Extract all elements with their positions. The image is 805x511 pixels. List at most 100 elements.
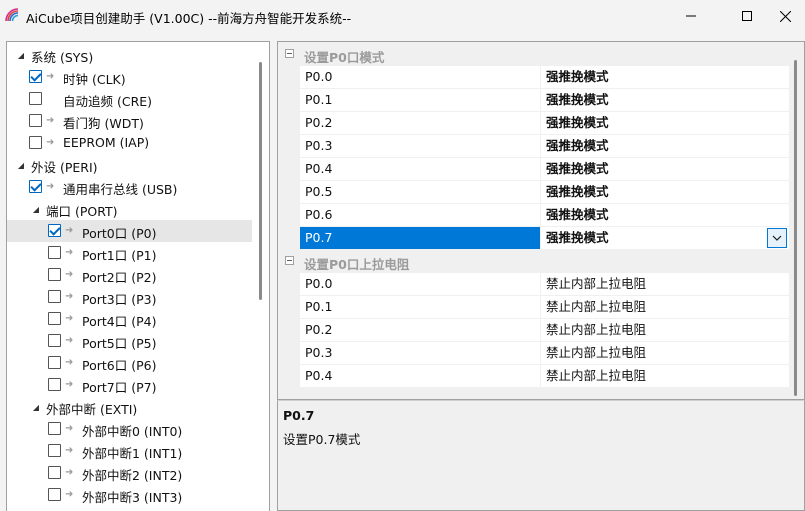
tree-item[interactable]: ➜ 外部中断1 (INT1): [7, 440, 252, 462]
property-name[interactable]: P0.0: [300, 66, 541, 88]
property-row[interactable]: P0.5 强推挽模式: [300, 181, 789, 204]
tree-item[interactable]: ➜ Port3口 (P3): [7, 286, 252, 308]
property-value[interactable]: 禁止内部上拉电阻: [542, 365, 789, 387]
property-name[interactable]: P0.1: [300, 296, 541, 318]
tree-expand-icon[interactable]: ◢: [32, 403, 40, 412]
property-row[interactable]: P0.3 禁止内部上拉电阻: [300, 342, 789, 365]
tree-item[interactable]: ➜ Port6口 (P6): [7, 352, 252, 374]
tree-item-label: 通用串行总线 (USB): [63, 182, 178, 197]
tree-item-checkbox[interactable]: [48, 466, 61, 479]
property-name[interactable]: P0.3: [300, 135, 541, 157]
tree-item-checkbox[interactable]: [48, 334, 61, 347]
tree-item[interactable]: ➜ Port7口 (P7): [7, 374, 252, 396]
property-value[interactable]: 禁止内部上拉电阻: [542, 342, 789, 364]
app-logo-icon: [5, 8, 19, 22]
property-scrollbar[interactable]: [794, 60, 797, 396]
property-value[interactable]: 强推挽模式: [542, 112, 789, 134]
property-value[interactable]: 禁止内部上拉电阻: [542, 319, 789, 341]
tree-item[interactable]: ◢ 端口 (PORT): [7, 198, 252, 220]
tree-scrollbar[interactable]: [259, 62, 262, 300]
tree-item-checkbox[interactable]: [29, 70, 42, 83]
description-text: 设置P0.7模式: [283, 432, 361, 447]
property-row[interactable]: P0.1 禁止内部上拉电阻: [300, 296, 789, 319]
window-title: AiCube项目创建助手 (V1.00C) --前海方舟智能开发系统--: [26, 11, 352, 26]
property-name[interactable]: P0.3: [300, 342, 541, 364]
collapse-icon[interactable]: [285, 256, 294, 265]
tree-item[interactable]: ➜ 看门狗 (WDT): [7, 110, 252, 132]
tree-item-checkbox[interactable]: [29, 114, 42, 127]
property-row[interactable]: P0.2 强推挽模式: [300, 112, 789, 135]
tree-item[interactable]: ➜ Port4口 (P4): [7, 308, 252, 330]
tree-item[interactable]: ➜ 外部中断0 (INT0): [7, 418, 252, 440]
peripheral-tree[interactable]: ◢ 系统 (SYS) ➜ 时钟 (CLK) 自动追频 (CRE) ➜ 看门狗 (WDT) ➜ E…: [6, 41, 270, 511]
property-row[interactable]: P0.6 强推挽模式: [300, 204, 789, 227]
arrow-right-icon: ➜: [65, 291, 74, 302]
tree-item-checkbox[interactable]: [29, 136, 42, 149]
collapse-icon[interactable]: [285, 49, 294, 58]
property-name[interactable]: P0.2: [300, 112, 541, 134]
tree-item-checkbox[interactable]: [48, 290, 61, 303]
tree-item[interactable]: ◢ 系统 (SYS): [7, 44, 252, 66]
property-category[interactable]: 设置P0口模式: [278, 43, 789, 66]
tree-item[interactable]: ➜ Port2口 (P2): [7, 264, 252, 286]
tree-item[interactable]: ➜ Port0口 (P0): [7, 220, 252, 242]
tree-item-checkbox[interactable]: [48, 422, 61, 435]
property-value[interactable]: 强推挽模式: [542, 89, 789, 111]
property-row[interactable]: P0.7 强推挽模式: [300, 227, 789, 250]
property-row[interactable]: P0.2 禁止内部上拉电阻: [300, 319, 789, 342]
value-dropdown-button[interactable]: [767, 228, 787, 248]
tree-item[interactable]: ◢ 外设 (PERI): [7, 154, 252, 176]
property-row[interactable]: P0.0 强推挽模式: [300, 66, 789, 89]
tree-item-checkbox[interactable]: [48, 246, 61, 259]
tree-item-checkbox[interactable]: [48, 224, 61, 237]
tree-item[interactable]: ➜ Port1口 (P1): [7, 242, 252, 264]
tree-item-checkbox[interactable]: [48, 356, 61, 369]
property-row[interactable]: P0.3 强推挽模式: [300, 135, 789, 158]
tree-item[interactable]: ➜ 外部中断2 (INT2): [7, 462, 252, 484]
property-name[interactable]: P0.4: [300, 158, 541, 180]
tree-item[interactable]: ➜ 时钟 (CLK): [7, 66, 252, 88]
tree-item-label: Port3口 (P3): [82, 292, 157, 307]
property-grid[interactable]: 设置P0口模式 P0.0 强推挽模式 P0.1 强推挽模式 P0.2 强推挽模式 P0.3 强推…: [277, 41, 805, 400]
property-value[interactable]: 强推挽模式: [542, 227, 789, 249]
tree-expand-icon[interactable]: ◢: [17, 51, 25, 60]
property-value[interactable]: 强推挽模式: [542, 204, 789, 226]
tree-item-checkbox[interactable]: [29, 92, 42, 105]
tree-item-label: 自动追频 (CRE): [63, 94, 153, 109]
property-value[interactable]: 强推挽模式: [542, 135, 789, 157]
property-value[interactable]: 禁止内部上拉电阻: [542, 296, 789, 318]
tree-item-checkbox[interactable]: [48, 268, 61, 281]
property-category[interactable]: 设置P0口上拉电阻: [278, 250, 789, 273]
property-value[interactable]: 强推挽模式: [542, 66, 789, 88]
property-name[interactable]: P0.0: [300, 273, 541, 295]
tree-item[interactable]: ➜ 外部中断3 (INT3): [7, 484, 252, 506]
tree-item-checkbox[interactable]: [29, 180, 42, 193]
tree-item-checkbox[interactable]: [48, 444, 61, 457]
property-name[interactable]: P0.7: [300, 227, 541, 249]
property-row[interactable]: P0.4 强推挽模式: [300, 158, 789, 181]
minimize-button[interactable]: [668, 0, 714, 32]
tree-expand-icon[interactable]: ◢: [32, 205, 40, 214]
tree-item-checkbox[interactable]: [48, 312, 61, 325]
tree-item[interactable]: ➜ 通用串行总线 (USB): [7, 176, 252, 198]
tree-item[interactable]: ➜ Port5口 (P5): [7, 330, 252, 352]
close-button[interactable]: [762, 0, 805, 32]
tree-item-checkbox[interactable]: [48, 488, 61, 501]
property-name[interactable]: P0.5: [300, 181, 541, 203]
property-name[interactable]: P0.2: [300, 319, 541, 341]
property-name[interactable]: P0.4: [300, 365, 541, 387]
property-name[interactable]: P0.1: [300, 89, 541, 111]
tree-item[interactable]: 自动追频 (CRE): [7, 88, 252, 110]
property-value[interactable]: 强推挽模式: [542, 181, 789, 203]
property-name[interactable]: P0.6: [300, 204, 541, 226]
property-row[interactable]: P0.4 禁止内部上拉电阻: [300, 365, 789, 388]
tree-item[interactable]: ➜ EEPROM (IAP): [7, 132, 252, 154]
tree-item-label: 看门狗 (WDT): [63, 116, 144, 131]
tree-item-checkbox[interactable]: [48, 378, 61, 391]
property-row[interactable]: P0.1 强推挽模式: [300, 89, 789, 112]
tree-item[interactable]: ◢ 外部中断 (EXTI): [7, 396, 252, 418]
property-value[interactable]: 强推挽模式: [542, 158, 789, 180]
tree-expand-icon[interactable]: ◢: [17, 161, 25, 170]
property-value[interactable]: 禁止内部上拉电阻: [542, 273, 789, 295]
property-row[interactable]: P0.0 禁止内部上拉电阻: [300, 273, 789, 296]
